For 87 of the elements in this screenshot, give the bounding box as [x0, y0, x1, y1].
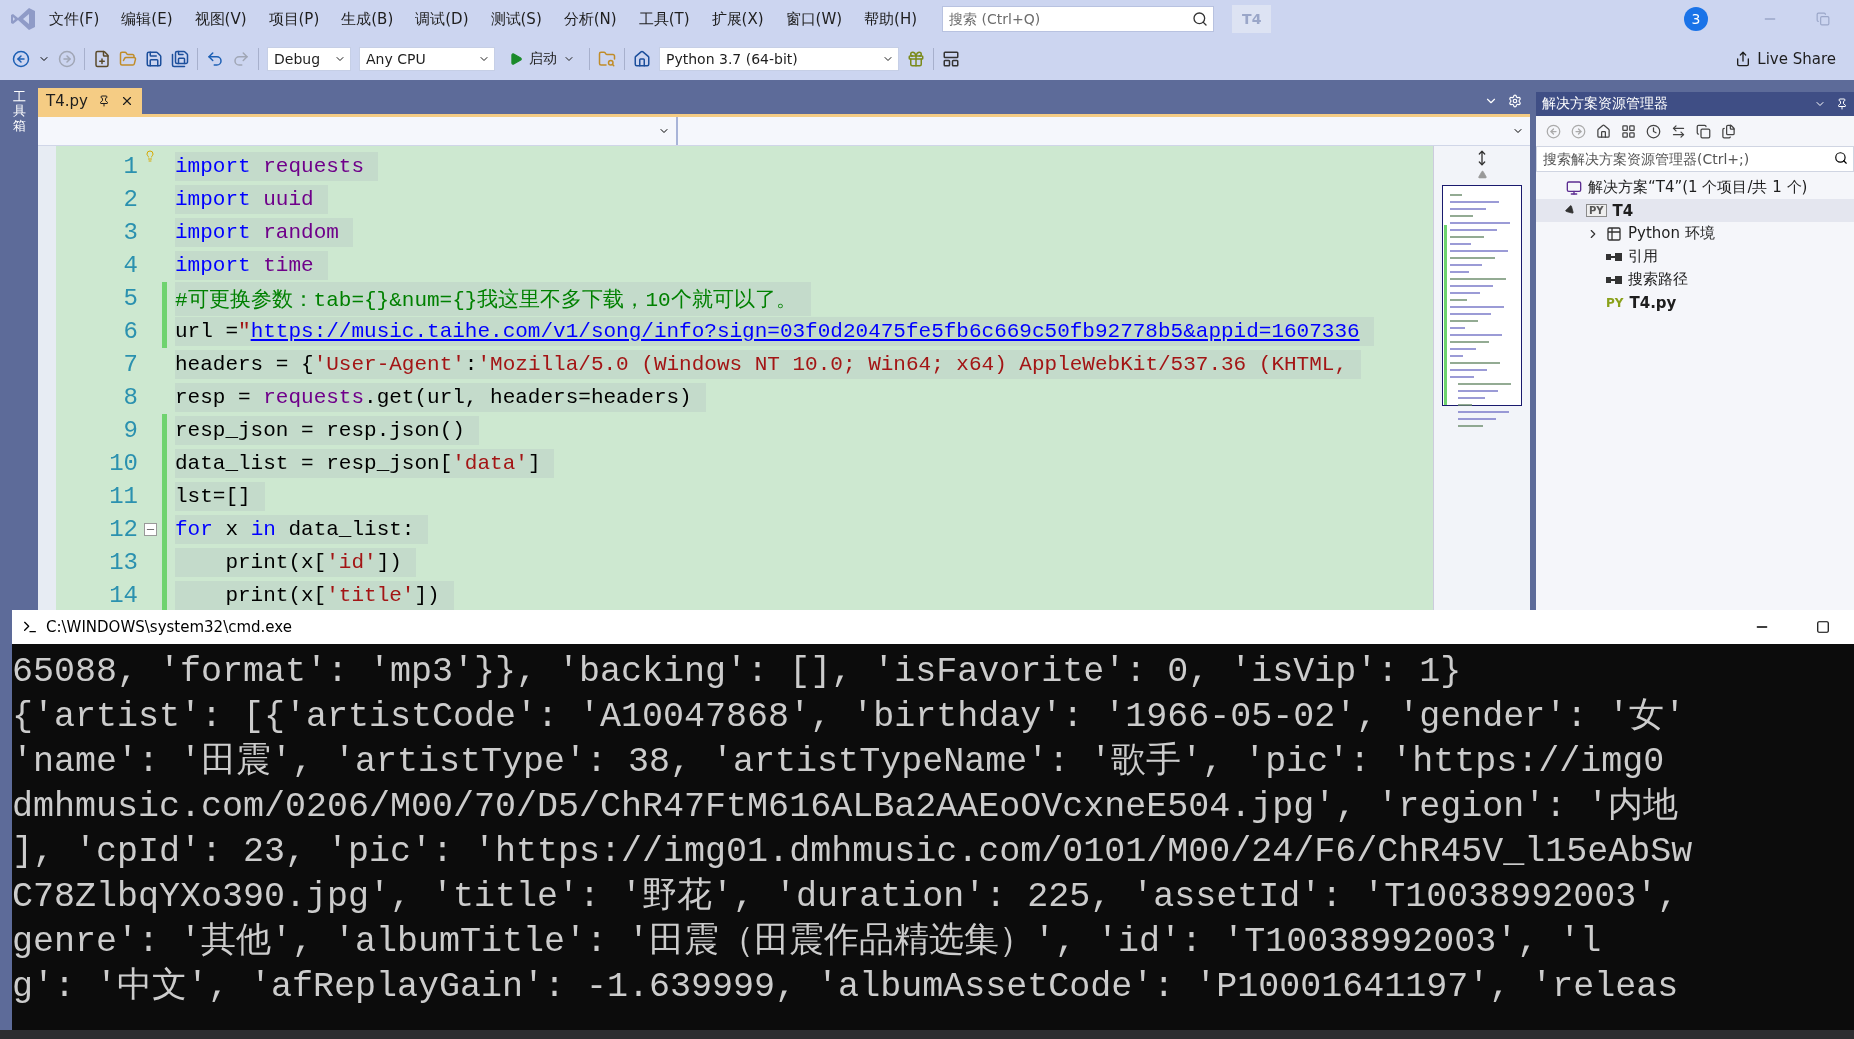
tree-item[interactable]: 解决方案“T4”(1 个项目/共 1 个): [1536, 176, 1854, 199]
line-number: 10: [108, 450, 138, 477]
menu-item[interactable]: 扩展(X): [702, 5, 773, 33]
menu-item[interactable]: 工具(T): [629, 5, 699, 33]
expanded-icon: [1564, 204, 1577, 217]
reference-icon: [1606, 274, 1622, 285]
views-icon[interactable]: [1621, 123, 1636, 139]
line-number: 5: [122, 285, 138, 312]
new-file-icon[interactable]: [93, 50, 111, 68]
notification-badge[interactable]: 3: [1684, 7, 1708, 31]
play-icon: [509, 52, 523, 66]
menu-item[interactable]: 窗口(W): [776, 5, 852, 33]
panel-title: 解决方案资源管理器: [1542, 95, 1668, 113]
line-number: 9: [122, 417, 138, 444]
save-icon[interactable]: [145, 50, 163, 68]
tree-item[interactable]: PY T4.py: [1536, 291, 1854, 314]
line-number: 4: [122, 252, 138, 279]
solution-name-badge: T4: [1232, 5, 1272, 33]
home-icon[interactable]: [633, 50, 651, 68]
pin-icon: [97, 95, 110, 107]
logo-icon: [10, 6, 36, 32]
line-number: 12: [108, 516, 138, 543]
files-icon[interactable]: [1721, 123, 1736, 139]
collapse-icon[interactable]: [1696, 123, 1711, 139]
console-line: C78ZlbqYXo390.jpg', 'title': '野花', 'duration': 225, 'assetId': 'T10038992003',: [12, 876, 1680, 919]
menu-item[interactable]: 文件(F): [40, 5, 109, 33]
gift-icon[interactable]: [907, 50, 925, 68]
back-icon[interactable]: [12, 50, 30, 68]
console-title: C:\WINDOWS\system32\cmd.exe: [46, 618, 293, 636]
tree-item[interactable]: 搜索路径: [1536, 268, 1854, 291]
scroll-up-icon[interactable]: [1477, 170, 1487, 179]
console-line: 'name': '田震', 'artistType': 38, 'artistTypeName': '歌手', 'pic': 'https://img0: [12, 740, 1666, 784]
environments-icon: [1606, 225, 1622, 242]
live-share-button[interactable]: Live Share: [1729, 49, 1842, 69]
line-number: 6: [122, 318, 138, 345]
search-field[interactable]: 搜索解决方案资源管理器(Ctrl+;): [1536, 146, 1854, 172]
file-tab[interactable]: T4.py: [38, 88, 142, 114]
console-icon: [22, 619, 38, 635]
undo-icon[interactable]: [206, 50, 224, 68]
line-number: 8: [122, 384, 138, 411]
console-line: {'artist': [{'artistCode': 'A10047868', 'birthday': '1966-05-02', 'gender': '女': [12, 696, 1687, 739]
menu-item[interactable]: 项目(P): [259, 5, 329, 33]
platform-dropdown[interactable]: Any CPU: [359, 47, 495, 71]
console-line: ], 'cpId': 23, 'pic': 'https://img01.dmhmusic.com/0101/M00/24/F6/ChR45V_l15eAbSw: [12, 831, 1694, 874]
save-all-icon[interactable]: [171, 50, 189, 68]
menu-item[interactable]: 调试(D): [406, 5, 478, 33]
search-icon: [1192, 11, 1209, 27]
home-icon[interactable]: [1596, 123, 1611, 139]
history-icon[interactable]: [1646, 123, 1661, 139]
line-number: 3: [122, 219, 138, 246]
search-field[interactable]: 搜索 (Ctrl+Q): [942, 6, 1215, 32]
console-line: genre': '其他', 'albumTitle': '田震（田震作品精选集）', 'id': 'T10038992003', 'l: [12, 921, 1603, 964]
fold-icon[interactable]: [143, 523, 157, 536]
environment-dropdown[interactable]: Python 3.7 (64-bit): [659, 47, 899, 71]
sync-icon[interactable]: [1671, 123, 1686, 139]
line-number: 11: [108, 483, 138, 510]
tree-item[interactable]: PY T4: [1536, 199, 1854, 222]
url-link[interactable]: https://music.taihe.com/v1/song/info?sign=03f0d20475fe5fb6c669c50fb92778b5&appid=1607336: [250, 320, 1360, 343]
line-number: 14: [108, 582, 138, 609]
line-number: 13: [108, 549, 138, 576]
pin-icon[interactable]: [1836, 98, 1848, 110]
menu-item[interactable]: 编辑(E): [112, 5, 182, 33]
line-number: 1: [122, 153, 138, 180]
menu-item[interactable]: 测试(S): [481, 5, 551, 33]
console-line: dmhmusic.com/0206/M00/70/D5/ChR47FtM616ALBa2AAEoOVcxneE504.jpg', 'region': '内地: [12, 786, 1680, 829]
reference-icon: [1606, 251, 1622, 262]
tree-item[interactable]: 引用: [1536, 245, 1854, 268]
menu-item[interactable]: 分析(N): [554, 5, 626, 33]
python-file-icon: PY: [1606, 295, 1624, 310]
solution-icon: [1566, 179, 1582, 196]
layout-icon[interactable]: [942, 50, 960, 68]
line-number: 7: [122, 351, 138, 378]
configuration-dropdown[interactable]: Debug: [267, 47, 351, 71]
share-icon: [1735, 51, 1752, 67]
start-button[interactable]: 启动: [503, 49, 581, 69]
python-project-icon: PY: [1586, 204, 1607, 217]
menu-item[interactable]: 帮助(H): [855, 5, 927, 33]
menu-item[interactable]: 生成(B): [332, 5, 403, 33]
search-icon: [1834, 151, 1848, 165]
console-line: g': '中文', 'afReplayGain': -1.639999, 'albumAssetCode': 'P10001641197', 'releas: [12, 966, 1680, 1009]
settings-icon[interactable]: [1508, 94, 1522, 108]
line-number: 2: [122, 186, 138, 213]
tree-item[interactable]: Python 环境: [1536, 222, 1854, 245]
menu-item[interactable]: 视图(V): [185, 5, 256, 33]
maximize-icon[interactable]: [1816, 620, 1830, 634]
toolbox-tab[interactable]: 工具箱: [12, 90, 26, 133]
console-line: 65088, 'format': 'mp3'}}, 'backing': [], 'isFavorite': 0, 'isVip': 1}: [12, 651, 1463, 694]
